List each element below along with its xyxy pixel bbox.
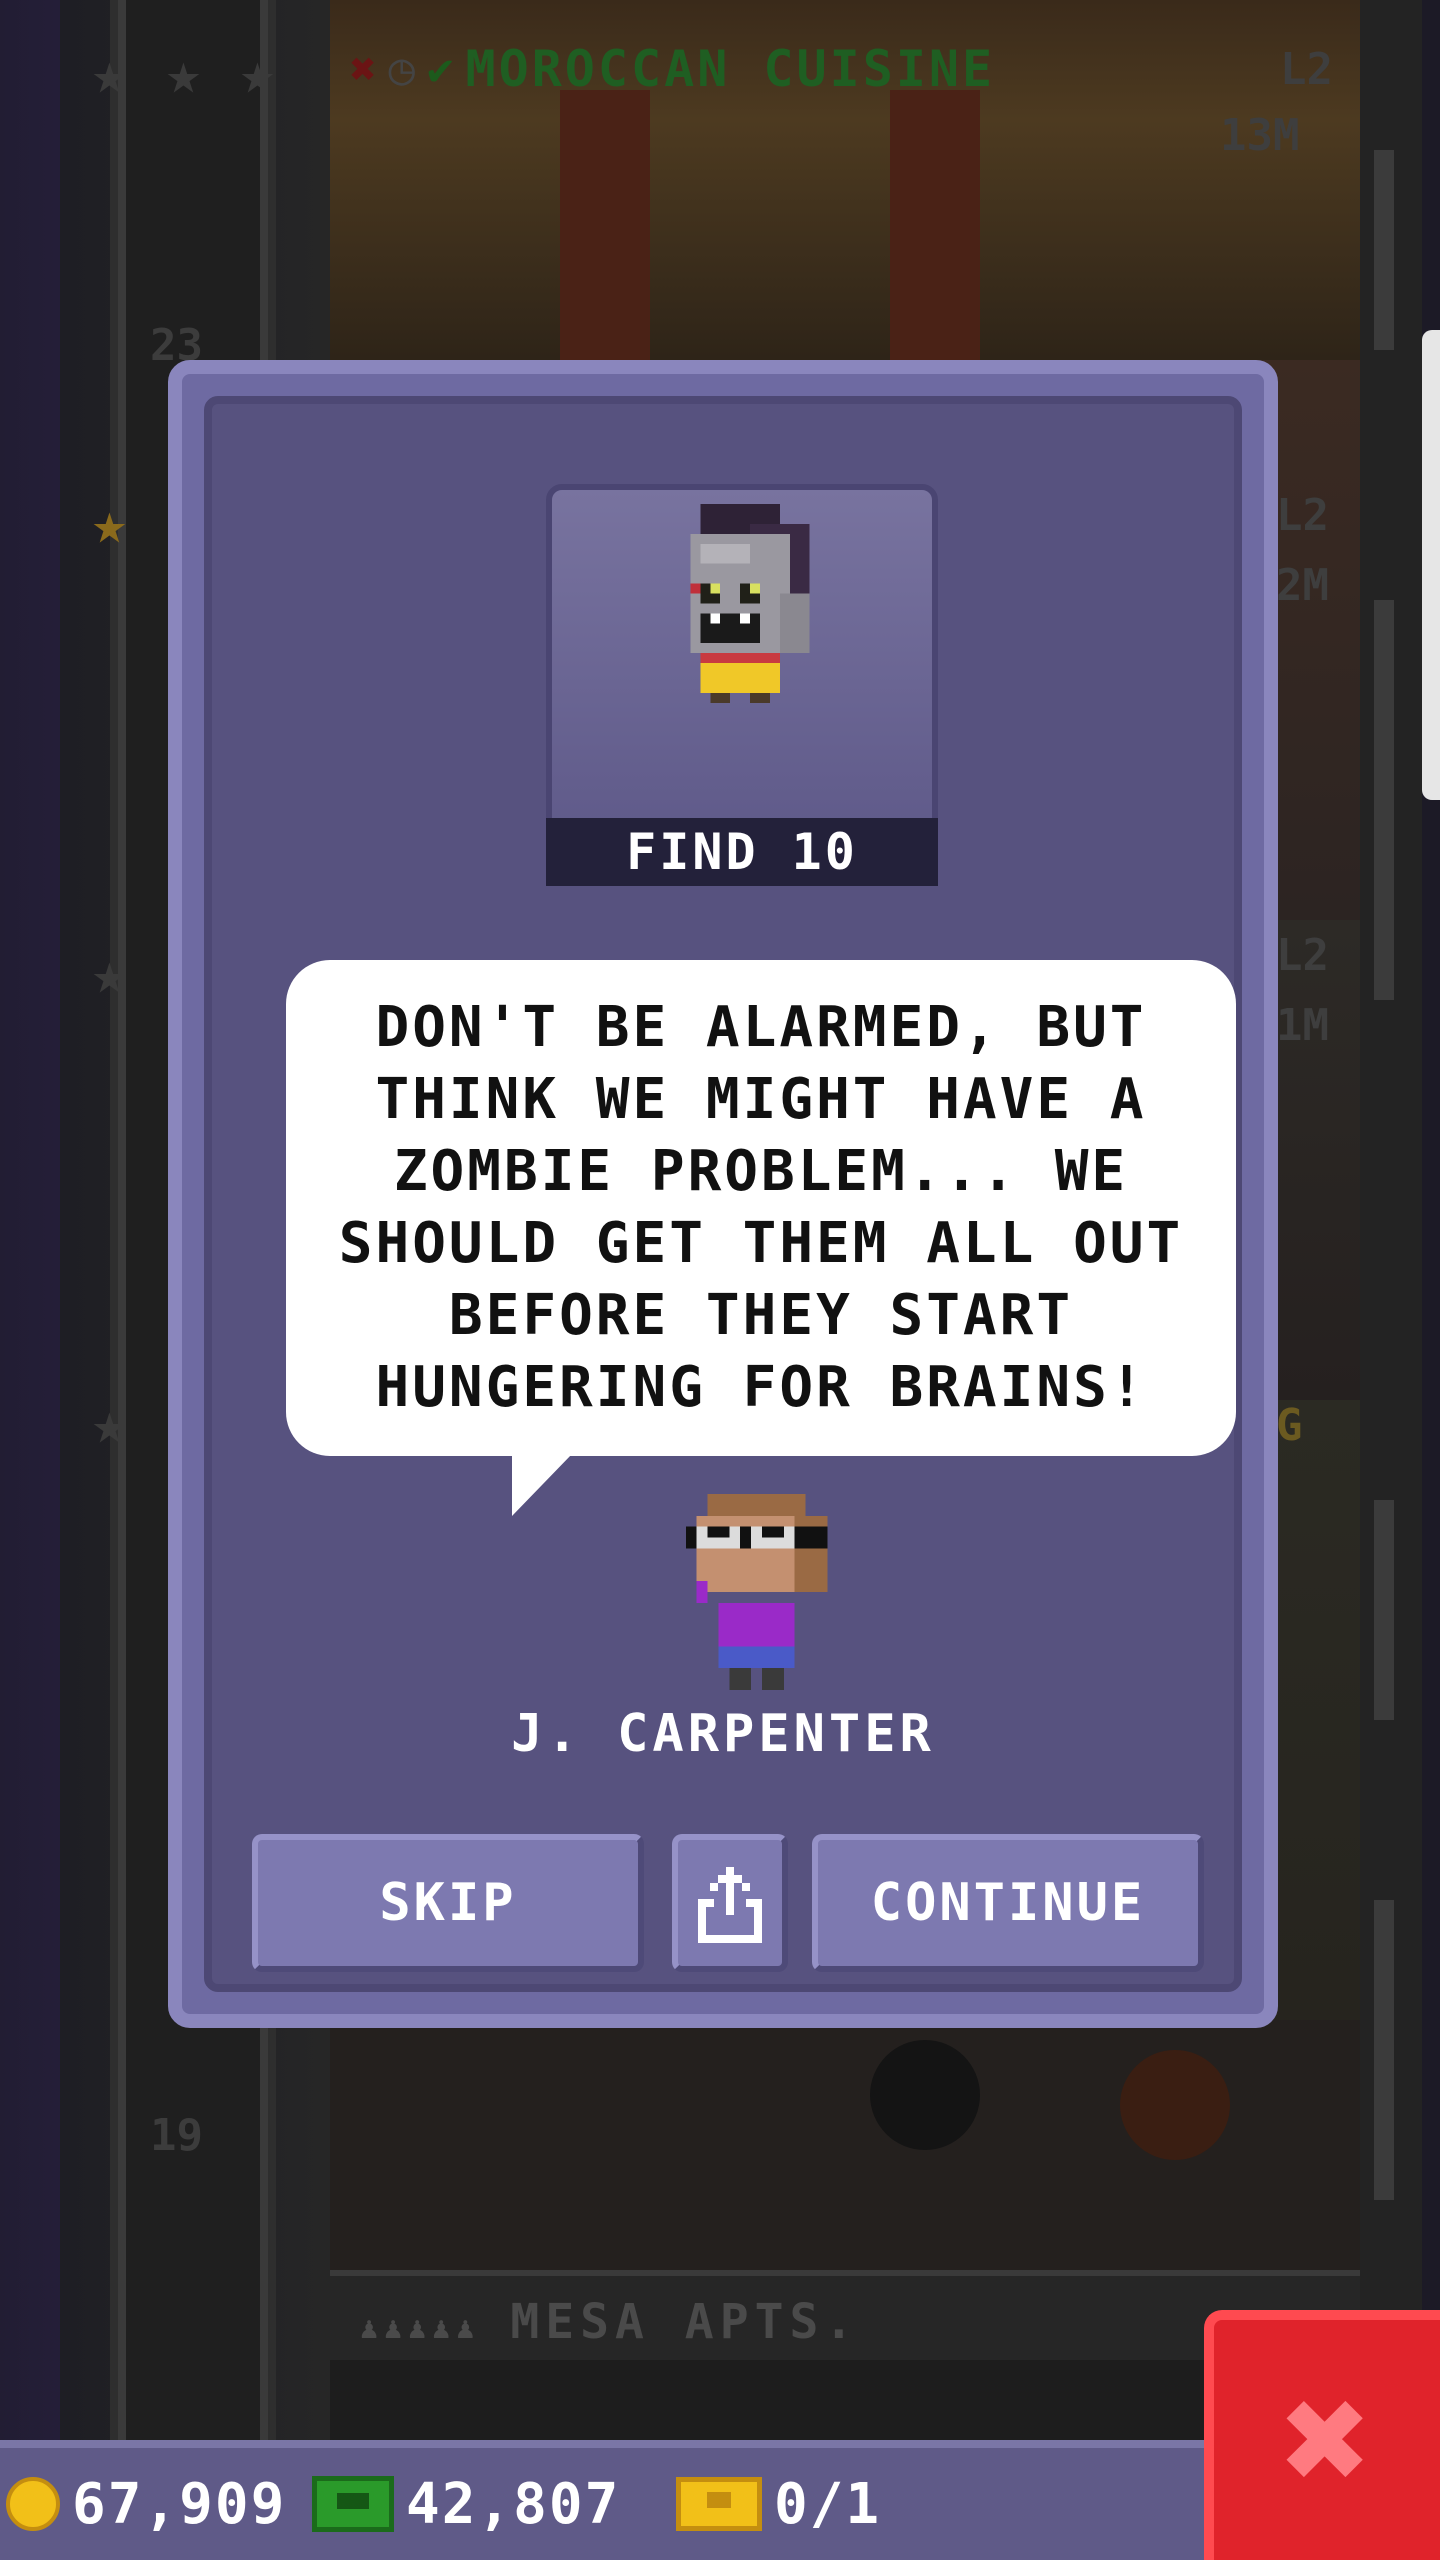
- window-dark: [870, 2040, 980, 2150]
- ticket-icon: [676, 2477, 762, 2531]
- star-icon: ★: [92, 489, 127, 557]
- mission-dialog: FIND 10 DON'T BE ALARMED, BUT THINK WE M…: [168, 360, 1278, 2028]
- star-icon: ★: [166, 39, 201, 107]
- apartment-name-row: ♟♟♟♟♟ MESA APTS.: [360, 2294, 859, 2350]
- bitizen-avatar: [685, 1494, 828, 1690]
- dialog-message: DON'T BE ALARMED, BUT THINK WE MIGHT HAV…: [338, 995, 1184, 1420]
- star-icon: ★: [92, 1389, 127, 1457]
- dialog-panel: FIND 10 DON'T BE ALARMED, BUT THINK WE M…: [204, 396, 1242, 1992]
- curtain: [560, 90, 650, 360]
- floor-stock: 13M: [1220, 110, 1300, 161]
- share-icon: [698, 1867, 762, 1943]
- residents-icon: ♟♟♟♟♟: [360, 2311, 481, 2346]
- floor-title: MOROCCAN CUISINE: [465, 40, 996, 98]
- window-lit: [1120, 2050, 1230, 2160]
- star-icon: ★: [92, 39, 127, 107]
- coins-counter[interactable]: 67,909: [6, 2448, 286, 2560]
- apartment-name: MESA APTS.: [510, 2294, 860, 2350]
- close-button[interactable]: ✖: [1204, 2310, 1440, 2560]
- floor-title-row: ✖ ◷ ✔ MOROCCAN CUISINE: [350, 40, 995, 98]
- tickets-value: 0/1: [774, 2471, 882, 2537]
- floor-level: L2: [1276, 490, 1329, 541]
- curtain: [890, 90, 980, 360]
- close-icon: ✖: [1281, 2353, 1373, 2527]
- close-icon: ✖: [350, 43, 377, 95]
- bux-counter[interactable]: 42,807: [312, 2448, 620, 2560]
- zombie-icon: [690, 504, 810, 703]
- side-pipe: [1360, 0, 1422, 2440]
- scrollbar[interactable]: [1422, 330, 1440, 800]
- tickets-counter[interactable]: 0/1: [676, 2448, 881, 2560]
- floor-tag: G: [1276, 1400, 1303, 1451]
- floor-moroccan-cuisine[interactable]: ✖ ◷ ✔ MOROCCAN CUISINE L2 13M: [330, 0, 1360, 360]
- floor-number: 19: [150, 2110, 203, 2161]
- bux-icon: [312, 2476, 394, 2532]
- star-icon: ★: [92, 939, 127, 1007]
- coins-value: 67,909: [72, 2471, 287, 2537]
- speech-bubble-tail: [512, 1454, 572, 1516]
- skip-button[interactable]: SKIP: [252, 1834, 644, 1972]
- star-icon: ★: [240, 39, 275, 107]
- bux-value: 42,807: [406, 2471, 621, 2537]
- speech-bubble: DON'T BE ALARMED, BUT THINK WE MIGHT HAV…: [286, 960, 1236, 1456]
- share-button[interactable]: [672, 1834, 788, 1972]
- find-count-label: FIND 10: [546, 818, 938, 886]
- floor-stock: 1M: [1276, 1000, 1329, 1051]
- floor-level: L2: [1276, 930, 1329, 981]
- check-icon: ✔: [427, 43, 454, 95]
- speaker-name: J. CARPENTER: [511, 1704, 935, 1764]
- shaft-rail: [118, 0, 126, 2440]
- floor-mesa-apts[interactable]: [330, 2020, 1360, 2270]
- continue-button[interactable]: CONTINUE: [812, 1834, 1204, 1972]
- mission-portrait: FIND 10: [546, 484, 938, 886]
- floor-level: L2: [1280, 44, 1333, 95]
- clock-icon: ◷: [388, 43, 416, 95]
- floor-stock: 2M: [1276, 560, 1329, 611]
- coin-icon: [6, 2477, 60, 2531]
